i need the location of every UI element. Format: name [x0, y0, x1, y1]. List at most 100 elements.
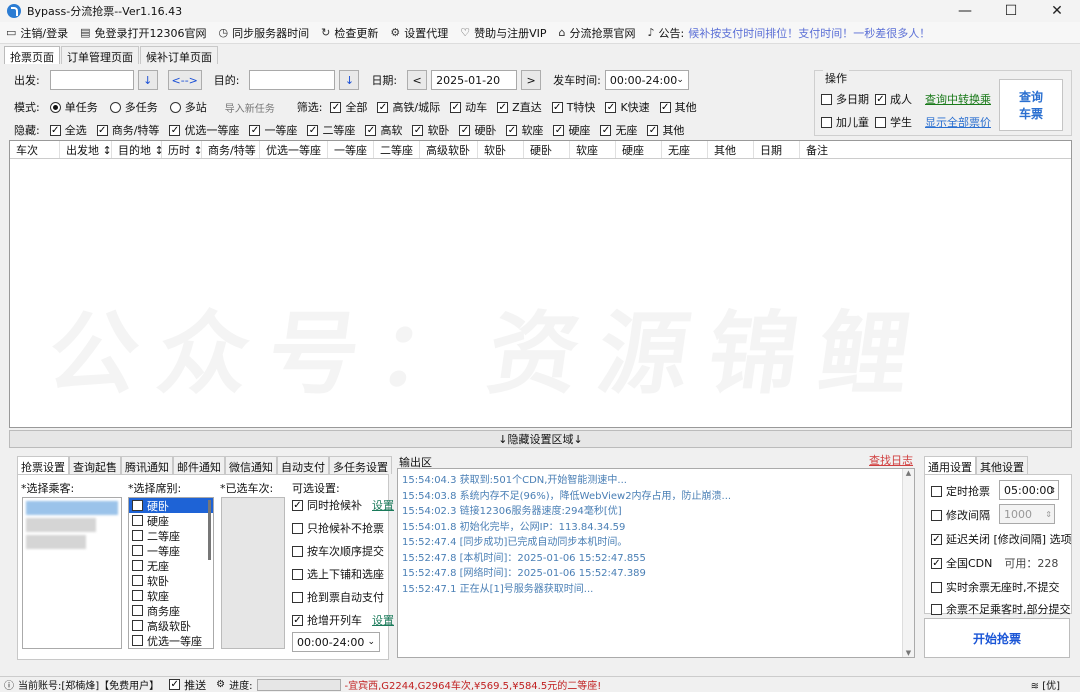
query-tickets-button[interactable]: 查询 车票 [999, 79, 1063, 131]
col-hard-seat[interactable]: 硬座 [616, 141, 662, 158]
find-log-link[interactable]: 查找日志 [869, 452, 913, 468]
option-extra-trains[interactable]: 抢增开列车设置 [292, 612, 394, 628]
partial-submit-checkbox[interactable]: 余票不足乘客时,部分提交 [931, 601, 1071, 617]
scroll-up-icon[interactable]: ▲ [903, 469, 914, 477]
col-second[interactable]: 二等座 [374, 141, 420, 158]
hide-high-soft[interactable]: 高软 [365, 122, 402, 138]
seat-item[interactable]: 无座 [129, 558, 213, 573]
col-soft-seat[interactable]: 软座 [570, 141, 616, 158]
adult-checkbox[interactable]: 成人 [875, 91, 912, 107]
delay-close-checkbox[interactable]: 延迟关闭 [修改间隔] 选项 [931, 531, 1072, 547]
tab-other-settings[interactable]: 其他设置 [976, 456, 1028, 474]
col-date[interactable]: 日期 [754, 141, 800, 158]
passenger-list[interactable] [22, 497, 122, 649]
tab-mail-notify[interactable]: 邮件通知 [173, 456, 225, 474]
hide-soft-sleeper[interactable]: 软卧 [412, 122, 449, 138]
col-high-soft[interactable]: 高级软卧 [420, 141, 478, 158]
menu-open-12306[interactable]: ▤ 免登录打开12306官网 [80, 25, 206, 41]
filter-t[interactable]: T特快 [551, 99, 595, 115]
modify-interval-checkbox[interactable]: 修改间隔 [931, 507, 990, 523]
menu-proxy[interactable]: ⚙ 设置代理 [390, 25, 448, 41]
date-input[interactable]: 2025-01-20 [431, 70, 518, 90]
seat-item[interactable]: 软座 [129, 588, 213, 603]
log-output[interactable]: 15:54:04.3 获取到:501个CDN,开始智能测速中... 15:54:… [397, 468, 915, 658]
seat-item[interactable]: 一等座 [129, 543, 213, 558]
col-first[interactable]: 一等座 [328, 141, 374, 158]
selected-trains-list[interactable] [221, 497, 285, 649]
menu-login[interactable]: ▭ 注销/登录 [6, 25, 68, 41]
extra-trains-settings-link[interactable]: 设置 [372, 612, 394, 628]
hide-hard-seat[interactable]: 硬座 [553, 122, 590, 138]
tab-multi-task[interactable]: 多任务设置 [329, 456, 392, 474]
hide-select-all[interactable]: 全选 [49, 122, 87, 138]
push-checkbox[interactable]: 推送 [169, 677, 206, 692]
seat-item[interactable]: 优选一等座 [129, 633, 213, 648]
filter-dongche[interactable]: 动车 [450, 99, 487, 115]
col-other[interactable]: 其他 [708, 141, 754, 158]
col-duration[interactable]: 历时 ↕ [162, 141, 203, 158]
swap-button[interactable]: <--> [167, 70, 202, 90]
col-no-seat[interactable]: 无座 [662, 141, 708, 158]
to-input[interactable] [249, 70, 336, 90]
menu-sync-time[interactable]: ◷ 同步服务器时间 [219, 25, 310, 41]
filter-k[interactable]: K快速 [605, 99, 650, 115]
option-berth-seat[interactable]: 选上下铺和选座 [292, 566, 384, 582]
hide-other[interactable]: 其他 [647, 122, 684, 138]
mode-multistation-radio[interactable]: 多站 [169, 99, 207, 115]
timed-grab-checkbox[interactable]: 定时抢票 [931, 483, 990, 499]
menu-sponsor-vip[interactable]: ♡ 赞助与注册VIP [460, 25, 546, 41]
option-waitlist[interactable]: 同时抢候补设置 [292, 497, 394, 513]
mode-multi-radio[interactable]: 多任务 [109, 99, 158, 115]
hide-premium-first[interactable]: 优选一等座 [169, 122, 239, 138]
tab-tencent-notify[interactable]: 腾讯通知 [121, 456, 173, 474]
timed-grab-time-input[interactable]: 05:00:00 ⇕ [999, 480, 1059, 500]
import-task-button[interactable]: 导入新任务 [225, 100, 275, 115]
scroll-down-icon[interactable]: ▼ [903, 649, 914, 657]
prev-date-button[interactable]: < [407, 70, 428, 90]
log-scrollbar[interactable]: ▲ ▼ [902, 469, 914, 657]
filter-other[interactable]: 其他 [659, 99, 697, 115]
hide-second[interactable]: 二等座 [307, 122, 355, 138]
col-to[interactable]: 目的地 ↕ [112, 141, 164, 158]
realtime-no-seat-checkbox[interactable]: 实时余票无座时,不提交 [931, 579, 1060, 595]
interval-input[interactable]: 1000 ⇕ [999, 504, 1055, 524]
national-cdn-checkbox[interactable]: 全国CDN 可用：228 [931, 555, 1058, 571]
mode-single-radio[interactable]: 单任务 [49, 99, 98, 115]
filter-all[interactable]: 全部 [330, 99, 367, 115]
hide-no-seat[interactable]: 无座 [600, 122, 637, 138]
option-train-order[interactable]: 按车次顺序提交 [292, 543, 384, 559]
seat-item[interactable]: 商务座 [129, 603, 213, 618]
maximize-button[interactable]: ☐ [988, 0, 1034, 22]
filter-z[interactable]: Z直达 [497, 99, 542, 115]
menu-official-site[interactable]: ⌂ 分流抢票官网 [559, 25, 636, 41]
scrollbar[interactable] [208, 500, 211, 560]
tab-auto-pay[interactable]: 自动支付 [277, 456, 329, 474]
seat-item[interactable]: 二等座 [129, 528, 213, 543]
hide-soft-seat[interactable]: 软座 [506, 122, 543, 138]
toggle-settings-bar[interactable]: ↓隐藏设置区域↓ [9, 430, 1072, 448]
seat-item[interactable]: 硬座 [129, 513, 213, 528]
seat-item[interactable]: 软卧 [129, 573, 213, 588]
col-soft-sleeper[interactable]: 软卧 [478, 141, 524, 158]
passenger-item[interactable] [26, 518, 96, 532]
close-button[interactable]: ✕ [1034, 0, 1080, 22]
passenger-item[interactable] [26, 501, 118, 515]
col-train[interactable]: 车次 [10, 141, 60, 158]
filter-gaotie[interactable]: 高铁/城际 [377, 99, 440, 115]
hide-business[interactable]: 商务/特等 [96, 122, 159, 138]
from-input[interactable] [49, 70, 134, 90]
show-all-price-link[interactable]: 显示全部票价 [925, 114, 991, 130]
seat-item[interactable]: 高级软卧 [129, 618, 213, 633]
depart-time-select[interactable]: 00:00-24:00 ⌄ [604, 70, 689, 90]
multi-date-checkbox[interactable]: 多日期 [821, 91, 869, 107]
col-premium-first[interactable]: 优选一等座 [260, 141, 328, 158]
col-remark[interactable]: 备注 [800, 141, 1071, 158]
tab-query-sale[interactable]: 查询起售 [69, 456, 121, 474]
tab-waitlist[interactable]: 候补订单页面 [140, 46, 218, 64]
menu-check-update[interactable]: ↻ 检查更新 [321, 25, 378, 41]
waitlist-settings-link[interactable]: 设置 [372, 497, 394, 513]
hide-hard-sleeper[interactable]: 硬卧 [459, 122, 496, 138]
option-auto-pay[interactable]: 抢到票自动支付 [292, 589, 384, 605]
start-grab-button[interactable]: 开始抢票 [924, 618, 1070, 658]
student-checkbox[interactable]: 学生 [875, 114, 912, 130]
